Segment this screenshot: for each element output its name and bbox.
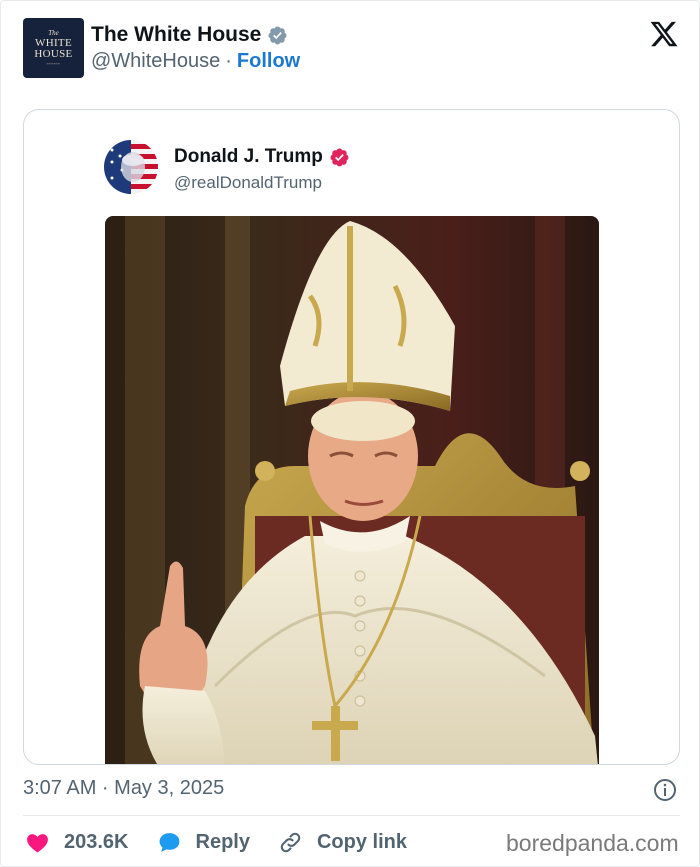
avatar-text-line2: HOUSE [34,48,73,60]
quoted-name-row: Donald J. Trump [174,144,350,170]
avatar-small-rule: ━━━━━━ [46,62,61,66]
trump-avatar[interactable] [104,140,158,194]
footer-divider [23,815,680,816]
copy-link-button[interactable]: Copy link [278,830,407,855]
author-name-row: The White House [91,22,288,48]
quoted-post-card[interactable]: Donald J. Trump @realDonaldTrump [23,109,680,765]
action-bar: 203.6K Reply Copy link [25,827,435,857]
verified-pink-icon [330,148,349,166]
link-icon [280,832,301,852]
post-timestamp[interactable]: 3:07 AM · May 3, 2025 [23,777,224,800]
info-icon[interactable] [653,778,677,802]
reply-label: Reply [195,830,250,853]
verified-grey-icon [268,26,287,44]
heart-icon [27,833,48,852]
author-handle-row: @WhiteHouse · Follow [91,49,300,73]
white-house-avatar[interactable]: The WHITE HOUSE ━━━━━━ [23,18,84,78]
reply-bubble-icon [159,832,179,852]
reply-button[interactable]: Reply [157,830,250,855]
author-handle[interactable]: @WhiteHouse [91,50,220,73]
like-button[interactable]: 203.6K [25,830,129,855]
embedded-tweet-card: The WHITE HOUSE ━━━━━━ The White House @… [0,0,700,867]
pope-portrait-illustration [105,216,599,764]
avatar-text-the: The [48,29,59,37]
follow-button[interactable]: Follow [237,50,300,73]
like-count: 203.6K [64,830,129,853]
author-display-name[interactable]: The White House [91,23,261,47]
quoted-display-name[interactable]: Donald J. Trump [174,146,323,168]
x-logo-icon[interactable] [649,19,679,49]
source-watermark: boredpanda.com [506,830,679,856]
copy-link-label: Copy link [316,830,407,853]
handle-separator: · [225,49,232,72]
quoted-post-image[interactable] [105,216,599,764]
quoted-handle[interactable]: @realDonaldTrump [174,173,322,193]
flag-portrait-image [104,140,158,194]
